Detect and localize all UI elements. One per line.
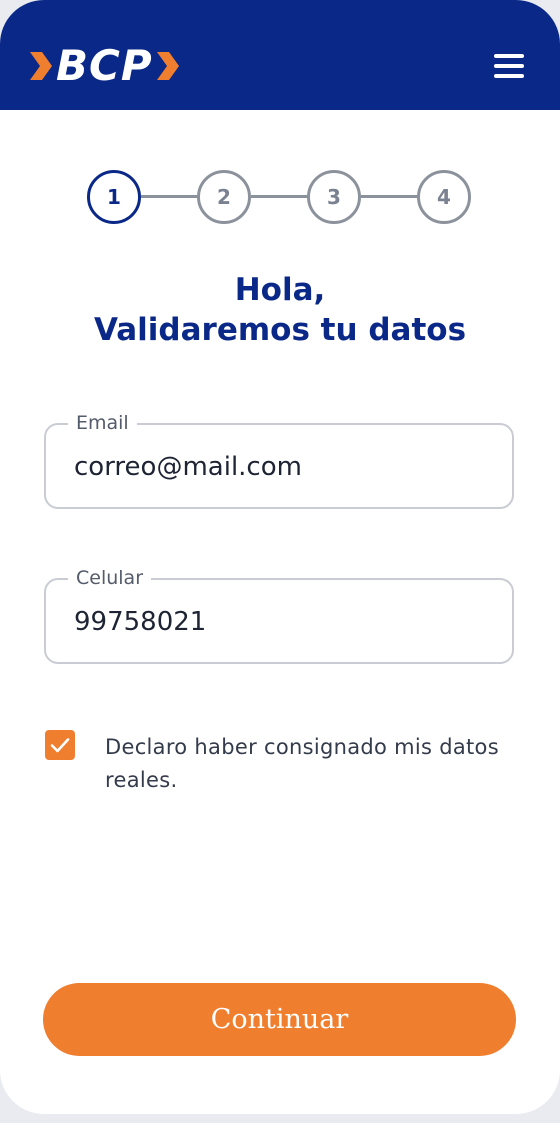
checkmark-icon (50, 738, 70, 753)
title-greeting: Hola, (234, 272, 326, 308)
email-label: Email (68, 410, 137, 436)
continue-button[interactable]: Continuar (43, 983, 516, 1056)
app-header: BCP (0, 0, 560, 110)
page-title: Hola, Validaremos tu datos (0, 270, 560, 350)
stepper-connector (251, 195, 309, 198)
email-field: Email (44, 410, 514, 509)
phone-screen: BCP 1 2 3 4 Hola, Validaremos tu datos E… (0, 0, 560, 1114)
stepper-connector (141, 195, 199, 198)
title-subtitle: Validaremos tu datos (93, 312, 467, 348)
bcp-logo[interactable]: BCP (28, 42, 181, 90)
step-3: 3 (307, 170, 361, 224)
step-2: 2 (197, 170, 251, 224)
phone-input[interactable] (74, 602, 494, 642)
bcp-chevron-icon (30, 52, 52, 80)
stepper-connector (361, 195, 419, 198)
logo-text: BCP (56, 41, 153, 90)
phone-label: Celular (68, 565, 152, 591)
hamburger-menu-icon[interactable] (494, 54, 524, 78)
declaration-text: Declaro haber consignado mis datos reale… (105, 735, 499, 792)
step-1: 1 (87, 170, 141, 224)
email-input[interactable] (74, 447, 494, 487)
step-4: 4 (417, 170, 471, 224)
declaration-checkbox[interactable] (45, 730, 75, 760)
bcp-chevron-icon (156, 52, 179, 80)
progress-stepper: 1 2 3 4 (87, 170, 473, 224)
phone-field: Celular (44, 565, 514, 664)
